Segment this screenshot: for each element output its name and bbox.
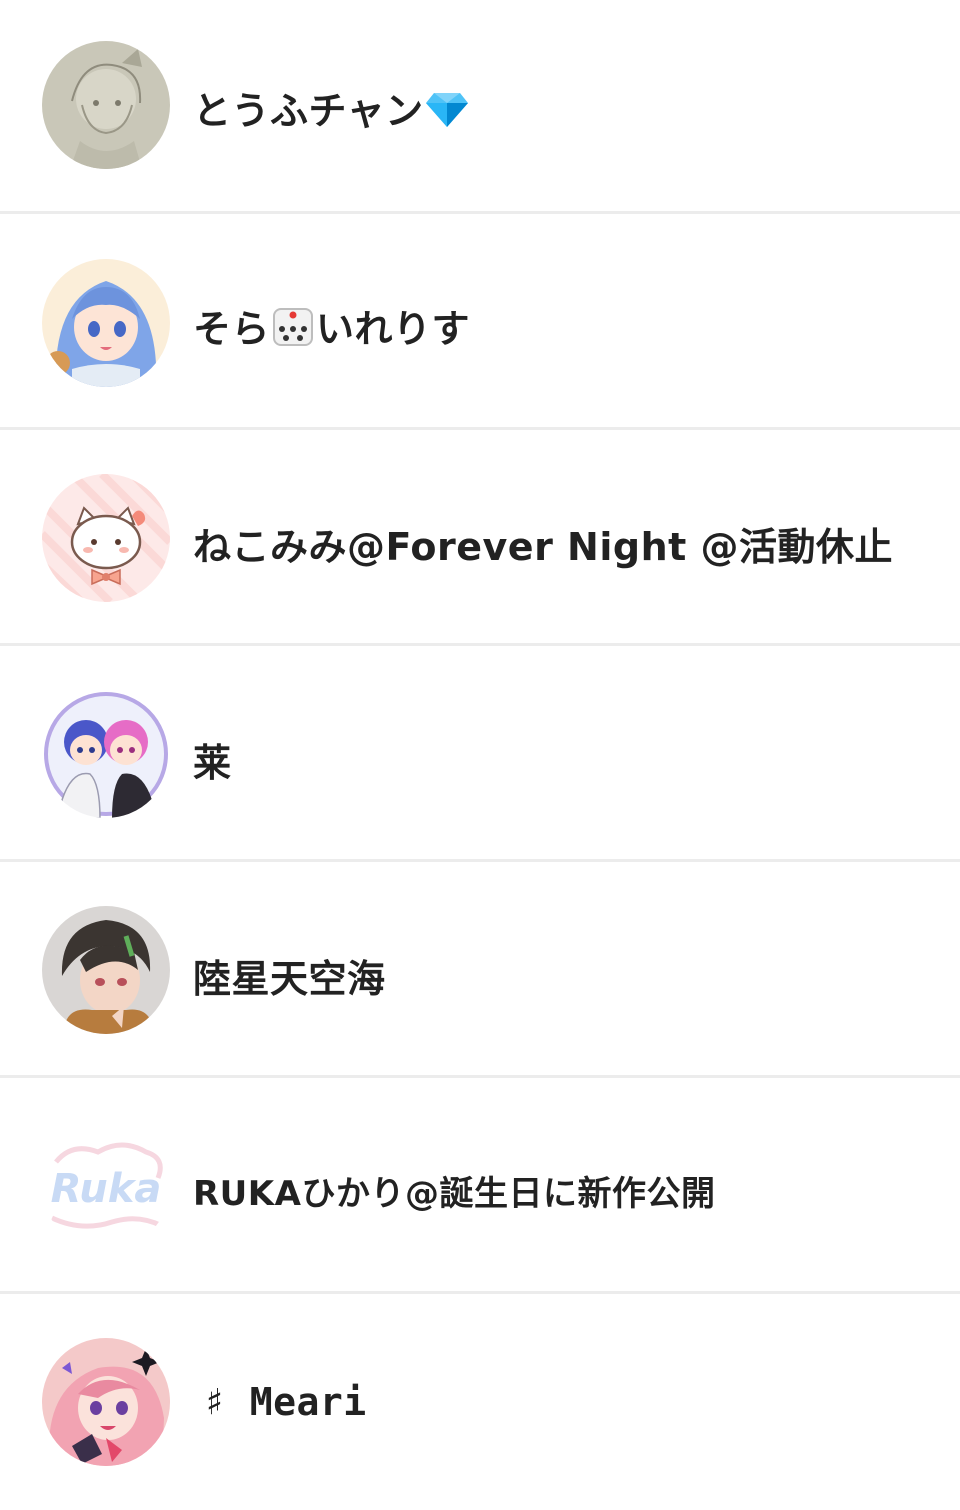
user-name[interactable]: ねこみみ@Forever Night @活動休止 [193,516,893,571]
dice-icon [270,305,316,358]
sketch-girl-avatar-icon [42,41,170,169]
dark-hair-boy-avatar-icon [42,906,170,1034]
ruka-logo-avatar-icon: Ruka [42,1122,170,1250]
user-name[interactable]: 莱 [193,732,232,787]
cat-bow-avatar-icon [42,474,170,602]
avatar[interactable] [42,1338,170,1466]
user-list-item[interactable]: ♯ Meari [0,1294,960,1510]
user-name-text-after: いれりす [316,307,471,351]
ruka-logo-text: Ruka [51,1166,162,1212]
avatar[interactable] [42,906,170,1034]
avatar[interactable]: Ruka [42,1122,170,1250]
user-list-item[interactable]: Ruka RUKAひかり@誕生日に新作公開 [0,1078,960,1294]
user-name-text: とうふチャン [193,89,424,133]
user-list: とうふチャン そら いれりす ねこみみ@Forever Night @活動休止 … [0,0,960,1510]
user-name[interactable]: 陸星天空海 [193,948,386,1003]
avatar[interactable] [42,690,170,818]
user-name[interactable]: RUKAひかり@誕生日に新作公開 [193,1166,715,1215]
user-list-item[interactable]: 莱 [0,646,960,862]
user-name[interactable]: ♯ Meari [203,1380,367,1424]
pink-hair-girl-avatar-icon [42,1338,170,1466]
avatar[interactable] [42,259,170,387]
user-list-item[interactable]: そら いれりす [0,214,960,430]
user-name[interactable]: そら いれりす [193,298,470,358]
user-list-item[interactable]: 陸星天空海 [0,862,960,1078]
user-name[interactable]: とうふチャン [193,80,470,138]
user-list-item[interactable]: ねこみみ@Forever Night @活動休止 [0,430,960,646]
blue-hair-girl-avatar-icon [42,259,170,387]
avatar[interactable] [42,474,170,602]
user-list-item[interactable]: とうふチャン [0,0,960,214]
avatar[interactable] [42,41,170,169]
two-boys-avatar-icon [42,690,170,818]
diamond-icon [424,89,470,138]
user-name-text-before: そら [193,307,271,351]
